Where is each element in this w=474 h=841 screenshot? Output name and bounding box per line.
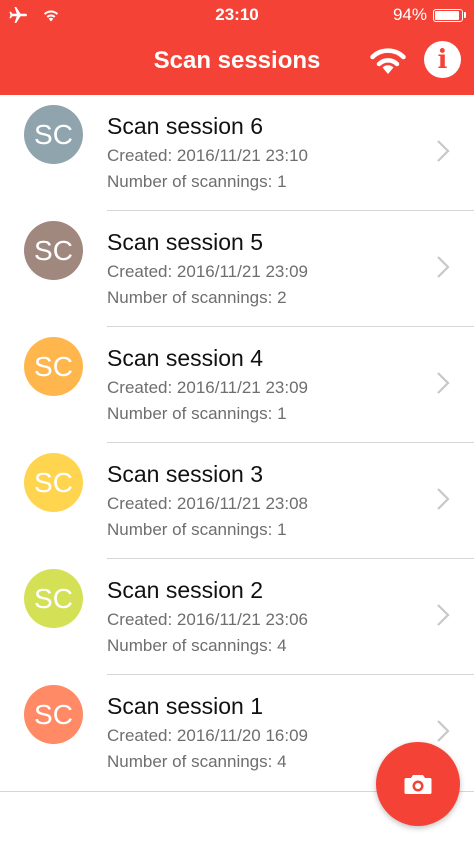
chevron-right-icon <box>437 720 450 742</box>
new-scan-button[interactable] <box>376 742 460 826</box>
session-created: Created: 2016/11/21 23:10 <box>107 146 309 165</box>
status-bar: 23:10 94% <box>0 0 474 30</box>
list-item[interactable]: SC Scan session 3 Created: 2016/11/21 23… <box>0 443 474 559</box>
session-list: SC Scan session 6 Created: 2016/11/21 23… <box>0 95 474 791</box>
session-count: Number of scannings: 4 <box>107 752 287 771</box>
avatar: SC <box>24 569 83 628</box>
list-item[interactable]: SC Scan session 5 Created: 2016/11/21 23… <box>0 211 474 327</box>
session-title: Scan session 2 <box>107 577 263 603</box>
session-count: Number of scannings: 2 <box>107 288 287 307</box>
chevron-right-icon <box>437 488 450 510</box>
session-created: Created: 2016/11/21 23:06 <box>107 610 309 629</box>
app-header: 23:10 94% Scan sessions i <box>0 0 474 95</box>
session-created: Created: 2016/11/21 23:09 <box>107 262 309 281</box>
chevron-right-icon <box>437 140 450 162</box>
battery-icon <box>433 8 463 22</box>
chevron-right-icon <box>437 372 450 394</box>
battery-percent: 94% <box>392 5 427 24</box>
avatar: SC <box>24 337 83 396</box>
list-item[interactable]: SC Scan session 4 Created: 2016/11/21 23… <box>0 327 474 443</box>
session-count: Number of scannings: 1 <box>107 404 287 423</box>
info-button[interactable]: i <box>424 41 461 78</box>
session-created: Created: 2016/11/21 23:08 <box>107 494 309 513</box>
session-title: Scan session 6 <box>107 113 263 139</box>
session-title: Scan session 3 <box>107 461 263 487</box>
avatar: SC <box>24 685 83 744</box>
session-title: Scan session 5 <box>107 229 263 255</box>
wifi-icon <box>370 48 406 74</box>
list-item[interactable]: SC Scan session 6 Created: 2016/11/21 23… <box>0 95 474 211</box>
session-created: Created: 2016/11/20 16:09 <box>107 726 309 745</box>
chevron-right-icon <box>437 604 450 626</box>
session-count: Number of scannings: 4 <box>107 636 287 655</box>
avatar: SC <box>24 453 83 512</box>
session-count: Number of scannings: 1 <box>107 520 287 539</box>
chevron-right-icon <box>437 256 450 278</box>
info-icon: i <box>437 44 448 75</box>
camera-icon <box>404 775 432 794</box>
avatar: SC <box>24 221 83 280</box>
wifi-button[interactable] <box>366 43 410 77</box>
avatar: SC <box>24 105 83 164</box>
session-title: Scan session 1 <box>107 693 263 719</box>
list-item[interactable]: SC Scan session 2 Created: 2016/11/21 23… <box>0 559 474 675</box>
session-count: Number of scannings: 1 <box>107 172 287 191</box>
session-title: Scan session 4 <box>107 345 263 371</box>
battery-level <box>435 10 460 20</box>
session-created: Created: 2016/11/21 23:09 <box>107 378 309 397</box>
